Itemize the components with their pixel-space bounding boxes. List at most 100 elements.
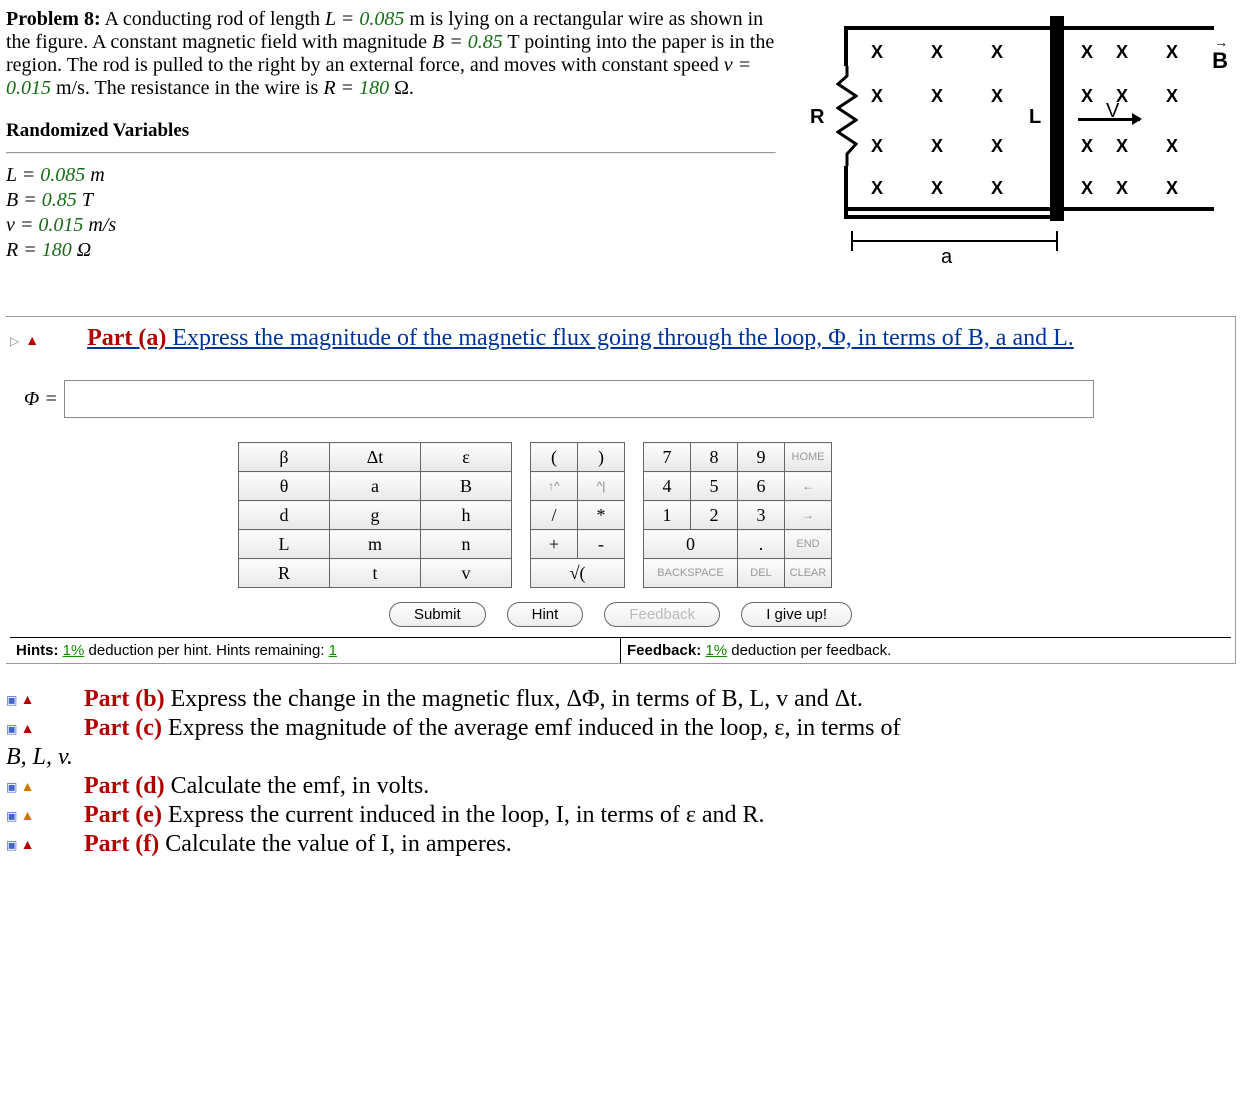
hint-button[interactable]: Hint: [507, 602, 584, 627]
key-left[interactable]: ←: [785, 472, 832, 501]
key-delta-t[interactable]: Δt: [330, 443, 421, 472]
key-5[interactable]: 5: [691, 472, 738, 501]
field-x-icon: X: [1166, 86, 1178, 107]
key-m[interactable]: m: [330, 530, 421, 559]
part-a-label: Part (a): [87, 325, 166, 351]
hints-prefix: Hints:: [16, 642, 63, 659]
key-7[interactable]: 7: [644, 443, 691, 472]
key-del[interactable]: DEL: [738, 559, 785, 588]
v-sym: v =: [724, 54, 751, 76]
key-up[interactable]: ↑^: [531, 472, 578, 501]
problem-text: Problem 8: A conducting rod of length L …: [6, 6, 796, 266]
part-f-text: Calculate the value of I, in amperes.: [159, 831, 512, 857]
collapse-icon[interactable]: ▣: [6, 809, 17, 823]
dimension-a: [851, 231, 1058, 251]
var-L-unit: m: [85, 164, 104, 186]
var-R-sym: R =: [6, 239, 42, 261]
key-2[interactable]: 2: [691, 501, 738, 530]
collapse-icon[interactable]: ▣: [6, 838, 17, 852]
answer-input[interactable]: [64, 380, 1094, 418]
key-backspace[interactable]: BACKSPACE: [644, 559, 738, 588]
problem-text-1: A conducting rod of length: [105, 8, 326, 30]
field-x-icon: X: [931, 178, 943, 199]
key-a[interactable]: a: [330, 472, 421, 501]
key-plus[interactable]: +: [531, 530, 578, 559]
key-0[interactable]: 0: [644, 530, 738, 559]
field-x-icon: X: [871, 86, 883, 107]
field-x-icon: X: [1166, 42, 1178, 63]
key-sqrt[interactable]: √(: [531, 559, 625, 588]
arrow-icon: →: [1214, 34, 1226, 50]
key-4[interactable]: 4: [644, 472, 691, 501]
field-x-icon: X: [1116, 178, 1128, 199]
resistor-icon: [836, 66, 858, 166]
var-v-sym: v =: [6, 214, 38, 236]
key-beta[interactable]: β: [239, 443, 330, 472]
hints-mid: deduction per hint. Hints remaining:: [89, 642, 329, 659]
giveup-button[interactable]: I give up!: [741, 602, 852, 627]
submit-button[interactable]: Submit: [389, 602, 486, 627]
randomized-variables-header: Randomized Variables: [6, 120, 776, 142]
label-a: a: [941, 246, 952, 269]
key-lparen[interactable]: (: [531, 443, 578, 472]
key-d[interactable]: d: [239, 501, 330, 530]
key-B[interactable]: B: [421, 472, 512, 501]
key-clear[interactable]: CLEAR: [785, 559, 832, 588]
feedback-button[interactable]: Feedback: [604, 602, 720, 627]
part-d-text: Calculate the emf, in volts.: [165, 773, 430, 799]
key-epsilon[interactable]: ε: [421, 443, 512, 472]
key-t[interactable]: t: [330, 559, 421, 588]
hints-feedback-bar: Hints: 1% deduction per hint. Hints rema…: [10, 637, 1231, 663]
var-R-unit: Ω: [72, 239, 91, 261]
collapse-icon[interactable]: ▣: [6, 722, 17, 736]
key-dot[interactable]: .: [738, 530, 785, 559]
action-row: Submit Hint Feedback I give up!: [10, 602, 1231, 627]
feedback-pct: 1%: [705, 642, 727, 659]
key-R[interactable]: R: [239, 559, 330, 588]
alert-icon: ▲: [21, 693, 35, 708]
part-f-label: Part (f): [84, 831, 159, 857]
resistor-mask: [836, 66, 858, 166]
label-B: B: [1212, 48, 1228, 73]
key-8[interactable]: 8: [691, 443, 738, 472]
hints-info: Hints: 1% deduction per hint. Hints rema…: [10, 638, 621, 663]
field-x-icon: X: [1116, 86, 1128, 107]
part-a-link[interactable]: Part (a) Express the magnitude of the ma…: [87, 325, 1074, 351]
part-d-label: Part (d): [84, 773, 165, 799]
key-3[interactable]: 3: [738, 501, 785, 530]
field-x-icon: X: [1166, 178, 1178, 199]
key-L[interactable]: L: [239, 530, 330, 559]
key-right[interactable]: →: [785, 501, 832, 530]
key-mul[interactable]: *: [578, 501, 625, 530]
key-h[interactable]: h: [421, 501, 512, 530]
key-exp[interactable]: ^|: [578, 472, 625, 501]
part-b-label: Part (b): [84, 686, 165, 712]
key-n[interactable]: n: [421, 530, 512, 559]
key-rparen[interactable]: ): [578, 443, 625, 472]
collapse-icon[interactable]: ▣: [6, 693, 17, 707]
collapse-icon[interactable]: ▣: [6, 780, 17, 794]
key-div[interactable]: /: [531, 501, 578, 530]
key-6[interactable]: 6: [738, 472, 785, 501]
field-x-icon: X: [1166, 136, 1178, 157]
key-home[interactable]: HOME: [785, 443, 832, 472]
key-v[interactable]: v: [421, 559, 512, 588]
key-theta[interactable]: θ: [239, 472, 330, 501]
key-end[interactable]: END: [785, 530, 832, 559]
var-B-unit: T: [77, 189, 93, 211]
var-L-val: 0.085: [40, 164, 85, 186]
answer-area: ▷ ▲ Part (a) Express the magnitude of th…: [6, 316, 1236, 664]
expand-icon[interactable]: ▷: [10, 334, 19, 348]
part-c-row: ▣ ▲ Part (c) Express the magnitude of th…: [6, 715, 1236, 742]
part-b-row: ▣ ▲ Part (b) Express the change in the m…: [6, 686, 1236, 713]
key-minus[interactable]: -: [578, 530, 625, 559]
field-x-icon: X: [871, 42, 883, 63]
problem-label: Problem 8:: [6, 8, 101, 30]
B-val: 0.85: [468, 31, 503, 53]
hints-pct: 1%: [63, 642, 85, 659]
key-9[interactable]: 9: [738, 443, 785, 472]
field-x-icon: X: [1116, 42, 1128, 63]
key-g[interactable]: g: [330, 501, 421, 530]
field-x-icon: X: [991, 42, 1003, 63]
key-1[interactable]: 1: [644, 501, 691, 530]
